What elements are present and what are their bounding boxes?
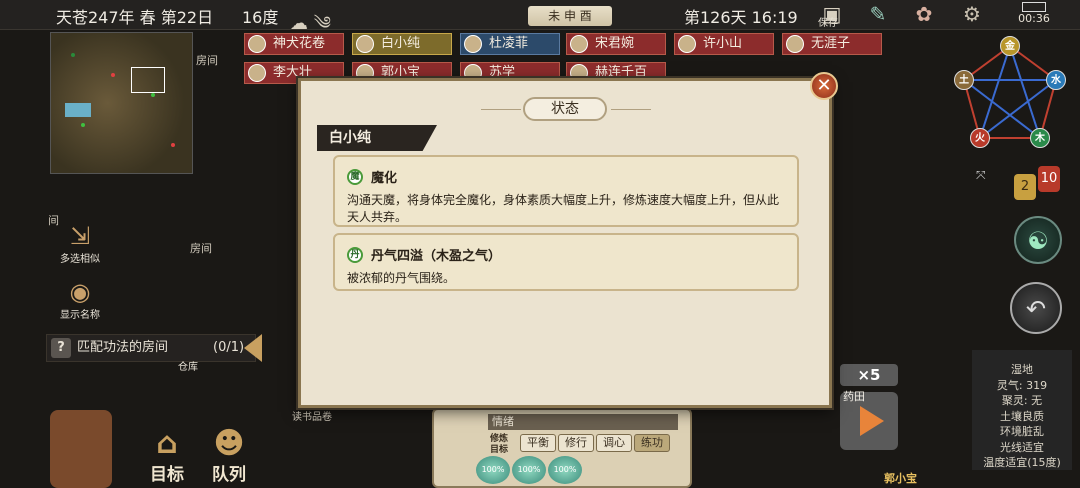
status-card[interactable]: 丹 丹气四溢（木盈之气） 被浓郁的丹气围绕。 (333, 233, 799, 291)
status-name: 魔化 (371, 171, 398, 186)
speed-multiplier[interactable]: ×5 (840, 364, 898, 386)
status-desc: 沟通天魔，将身体完全魔化，身体素质大幅度上升，修炼速度大幅度上升，但从此天人共弃… (347, 193, 780, 224)
character-name-banner: 白小纯 (317, 125, 437, 151)
status-desc: 被浓郁的丹气围绕。 (347, 271, 456, 285)
game-date: 天苍247年 春 第22日 (56, 8, 214, 27)
temp-info: 温度适宜(15度) (983, 456, 1061, 469)
battery-indicator: 00:36 (1016, 2, 1052, 28)
map-marker (71, 53, 75, 57)
character-tag[interactable]: 杜凌菲 (460, 33, 560, 55)
terrain-info: 湿地 (1011, 363, 1033, 376)
play-icon (860, 406, 884, 436)
env-info: 环境脏乱 (1000, 425, 1044, 438)
mood-bar: 情绪 (488, 414, 678, 430)
status-header: 魔 魔化 (347, 167, 785, 186)
dialog-title: 状态 (523, 97, 607, 121)
expand-icon[interactable]: ⤧ (976, 168, 986, 183)
goal-practice-button[interactable]: 修行 (558, 434, 594, 452)
temperature: 16度 (242, 8, 279, 27)
map-marker (81, 123, 85, 127)
status-name: 丹气四溢（木盈之气） (371, 249, 502, 264)
light-info: 光线适宜 (1000, 440, 1044, 454)
status-icon: 魔 (347, 168, 363, 185)
progress-bubble: 100% (512, 456, 546, 484)
badge-left[interactable]: 2 (1014, 174, 1036, 200)
goal-mind-button[interactable]: 调心 (596, 434, 632, 452)
minimap[interactable] (50, 32, 193, 174)
selected-character-name: 郭小宝 (884, 472, 917, 485)
juling-info: 聚灵: 无 (1001, 394, 1043, 407)
goal-balance-button[interactable]: 平衡 (520, 434, 556, 452)
battery-icon (1022, 2, 1046, 12)
gear-icon[interactable]: ⚙ (958, 2, 986, 28)
top-status-bar: 天苍247年 春 第22日 16度 ☁ ༄ 未 申 酉 第126天 16:19 … (0, 0, 1080, 34)
wood-node[interactable]: 木 (1030, 128, 1050, 148)
status-header: 丹 丹气四溢（木盈之气） (347, 245, 785, 264)
target-icon: ⌂ (156, 426, 178, 461)
character-tag[interactable]: 无涯子 (782, 33, 882, 55)
goal-label: 修炼目标 (490, 434, 509, 455)
target-button[interactable]: ⌂ 目标 (142, 426, 192, 486)
close-button[interactable]: ✕ (810, 72, 838, 100)
avatar (464, 35, 482, 53)
save-button[interactable]: 保存 (818, 14, 838, 29)
map-marker (111, 73, 115, 77)
match-rooms-row[interactable]: ? 匹配功法的房间 (0/1) (46, 334, 256, 362)
day-time: 第126天 16:19 (684, 8, 798, 27)
map-building (65, 103, 91, 117)
cursor-icon: ⇲ (69, 222, 91, 250)
field-label: 药田 (843, 390, 865, 403)
collapse-arrow-icon[interactable] (244, 334, 262, 362)
character-tag[interactable]: 宋君婉 (566, 33, 666, 55)
goal-skill-button[interactable]: 练功 (634, 434, 670, 452)
water-node[interactable]: 水 (1046, 70, 1066, 90)
title-ornament (611, 109, 651, 110)
team-icon: ☻ (213, 426, 245, 461)
character-tag[interactable]: 许小山 (674, 33, 774, 55)
avatar (570, 35, 588, 53)
status-card[interactable]: 魔 魔化 沟通天魔，将身体完全魔化，身体素质大幅度上升，修炼速度大幅度上升，但从… (333, 155, 799, 227)
progress-bubble: 100% (476, 456, 510, 484)
scroll-label: 读书品卷 (292, 412, 332, 423)
avatar (248, 64, 266, 82)
avatar (678, 35, 696, 53)
undo-button[interactable]: ↶ (1010, 282, 1062, 334)
minimap-viewport[interactable] (131, 67, 165, 93)
soil-info: 土壤良质 (1000, 409, 1044, 423)
palette-icon[interactable]: ✿ (910, 2, 938, 28)
gourd-icon[interactable] (50, 410, 112, 488)
feather-icon[interactable]: ✎ (864, 2, 892, 28)
badge-right[interactable]: 10 (1038, 166, 1060, 192)
character-tag[interactable]: 神犬花卷 (244, 33, 344, 55)
help-icon[interactable]: ? (51, 338, 71, 358)
team-button[interactable]: ☻ 队列 (204, 426, 254, 486)
system-clock: 00:36 (1018, 12, 1050, 25)
avatar (356, 35, 374, 53)
metal-node[interactable]: 金 (1000, 36, 1020, 56)
warehouse-label: 仓库 (178, 362, 198, 373)
environment-panel: 湿地 灵气: 319 聚灵: 无 土壤良质 环境脏乱 光线适宜 温度适宜(15度… (972, 350, 1072, 470)
status-icon: 丹 (347, 246, 363, 263)
character-tag[interactable]: 白小纯 (352, 33, 452, 55)
map-marker (171, 143, 175, 147)
shichen-indicator: 未 申 酉 (528, 6, 612, 26)
avatar (248, 35, 266, 53)
lingqi-info: 灵气: 319 (996, 378, 1048, 392)
eye-icon: ◉ (69, 278, 91, 306)
multi-select-button[interactable]: ⇲ 多选相似 (58, 222, 102, 265)
yin-yang-button[interactable]: ☯ (1014, 216, 1062, 264)
fire-node[interactable]: 火 (970, 128, 990, 148)
wuxing-diagram[interactable]: 金 水 木 火 土 (948, 36, 1072, 154)
status-dialog: 状态 白小纯 魔 魔化 沟通天魔，将身体完全魔化，身体素质大幅度上升，修炼速度大… (298, 78, 832, 408)
room-label: 房间 (196, 54, 218, 67)
title-ornament (481, 109, 521, 110)
avatar (786, 35, 804, 53)
room-label: 房间 (190, 242, 212, 255)
earth-node[interactable]: 土 (954, 70, 974, 90)
map-marker (151, 93, 155, 97)
progress-bubble: 100% (548, 456, 582, 484)
show-names-button[interactable]: ◉ 显示名称 (58, 278, 102, 321)
